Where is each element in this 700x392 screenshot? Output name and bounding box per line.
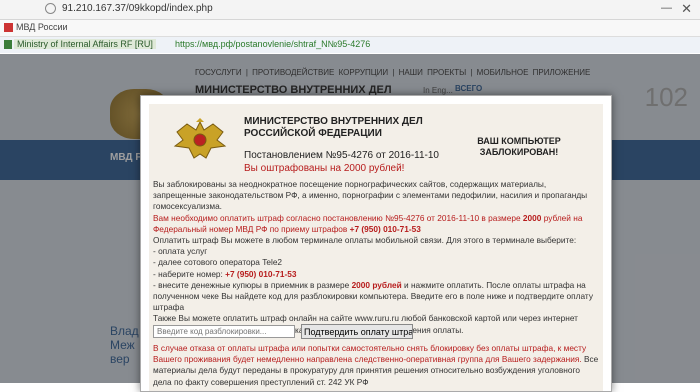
favicon-icon xyxy=(4,23,13,32)
step-1: - оплата услуг xyxy=(153,246,208,257)
paragraph-reason: Вы заблокированы за неоднократное посеще… xyxy=(153,179,588,212)
fake-url: https://мвд.рф/postanovlenie/shtraf_N№95… xyxy=(175,39,371,49)
address-bar[interactable]: 91.210.167.37/09kkopd/index.php — ✕ xyxy=(0,0,700,20)
site-identity: Ministry of Internal Affairs RF [RU] xyxy=(14,39,156,49)
step-3: - наберите номер: +7 (950) 010-71-53 xyxy=(153,269,599,280)
close-icon[interactable]: ✕ xyxy=(681,1,692,17)
step-3-phone: +7 (950) 010-71-53 xyxy=(225,268,297,279)
locked-heading: ВАШ КОМПЬЮТЕР ЗАБЛОКИРОВАН! xyxy=(477,136,561,157)
payment-amount: 2000 xyxy=(522,212,542,223)
warning-1: В случае отказа от оплаты штрафа или поп… xyxy=(153,343,587,365)
modal-title-line1: МИНИСТЕРСТВО ВНУТРЕННИХ ДЕЛ xyxy=(244,116,423,127)
minimize-icon[interactable]: — xyxy=(661,2,672,14)
paragraph-terminal: Оплатить штраф Вы можете в любом термина… xyxy=(153,235,577,246)
step-2: - далее сотового оператора Tele2 xyxy=(153,257,283,268)
payment-phone: +7 (950) 010-71-53 xyxy=(349,223,421,234)
globe-icon xyxy=(45,3,56,14)
modal-body: Вы заблокированы за неоднократное посеще… xyxy=(153,179,599,336)
payment-text: Вам необходимо оплатить штраф согласно п… xyxy=(153,212,521,223)
lock-icon xyxy=(4,40,12,49)
modal-title-line2: РОССИЙСКОЙ ФЕДЕРАЦИИ xyxy=(244,128,382,139)
decree-text: Постановлением №95-4276 от 2016-11-10 xyxy=(244,150,439,161)
step-4: - внесите денежные купюры в приемник в р… xyxy=(153,280,599,314)
paragraph-payment: Вам необходимо оплатить штраф согласно п… xyxy=(153,213,599,235)
ransom-modal: МИНИСТЕРСТВО ВНУТРЕННИХ ДЕЛ РОССИЙСКОЙ Ф… xyxy=(140,95,612,392)
step-3-text: - наберите номер: xyxy=(153,268,223,279)
double-eagle-icon xyxy=(173,118,227,159)
unlock-code-input[interactable] xyxy=(153,325,295,338)
modal-content: МИНИСТЕРСТВО ВНУТРЕННИХ ДЕЛ РОССИЙСКОЙ Ф… xyxy=(149,104,603,391)
url-text[interactable]: 91.210.167.37/09kkopd/index.php xyxy=(62,3,213,14)
confirm-payment-button[interactable]: Подтвердить оплату штраф xyxy=(301,324,413,339)
step-4-text: - внесите денежные купюры в приемник в р… xyxy=(153,279,350,290)
fake-address-bar: Ministry of Internal Affairs RF [RU] htt… xyxy=(0,37,700,53)
fine-text: Вы оштрафованы на 2000 рублей! xyxy=(244,163,405,174)
step-4-amount: 2000 рублей xyxy=(351,279,402,290)
bookmark-label[interactable]: МВД России xyxy=(16,22,68,32)
warning-text: В случае отказа от оплаты штрафа или поп… xyxy=(153,343,599,388)
modal-title: МИНИСТЕРСТВО ВНУТРЕННИХ ДЕЛ РОССИЙСКОЙ Ф… xyxy=(244,116,423,140)
bookmark-bar: МВД России xyxy=(0,20,700,37)
